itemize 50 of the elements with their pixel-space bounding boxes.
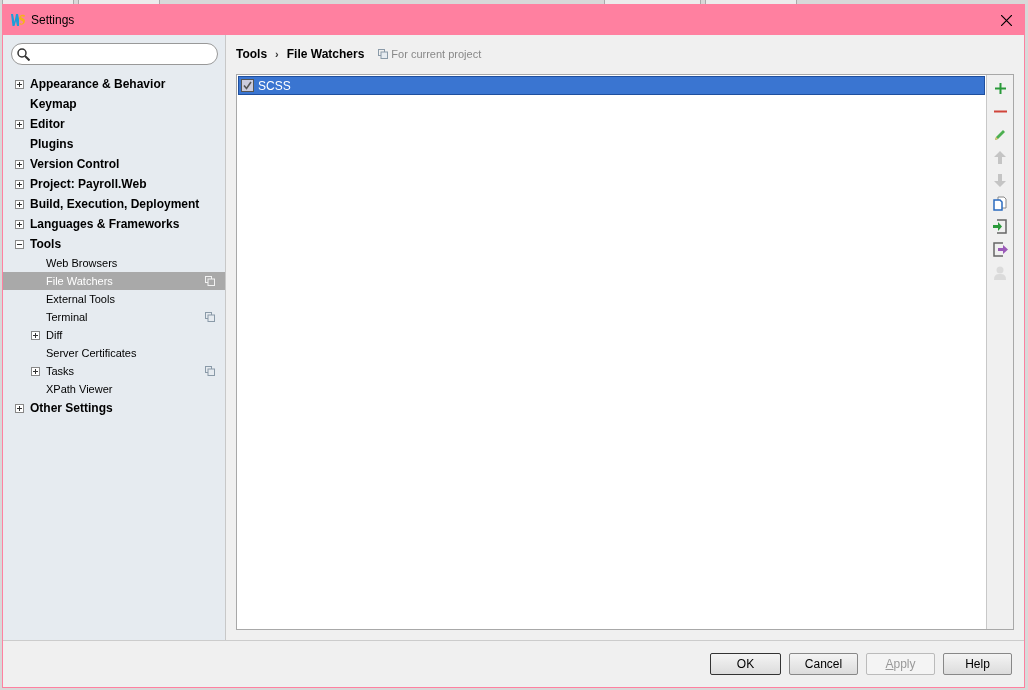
expand-icon[interactable] [31,330,40,340]
expand-icon[interactable] [31,366,40,376]
scope-icon [378,49,389,59]
watcher-row[interactable]: SCSS [238,76,985,95]
scope-note: For current project [391,48,482,60]
dialog-button[interactable]: Help [943,653,1012,675]
tree-item[interactable]: XPath Viewer [3,380,225,398]
expand-icon[interactable] [15,119,24,129]
tree-item[interactable]: Appearance & Behavior [3,74,225,94]
search-icon [17,47,30,61]
minus-icon [993,110,1007,113]
tree-item[interactable]: Tasks [3,362,225,380]
expand-icon[interactable] [15,199,24,209]
breadcrumb-item: Tools [236,47,268,61]
tree-item[interactable]: Project: Payroll.Web [3,174,225,194]
collapse-icon[interactable] [15,239,24,249]
expand-icon[interactable] [15,79,24,89]
tree-item[interactable]: Plugins [3,134,225,154]
tree-item[interactable]: Tools [3,234,225,254]
copy-icon [993,196,1007,211]
tree-item[interactable]: Other Settings [3,398,225,418]
dialog-button[interactable]: OK [710,653,781,675]
tree-item[interactable]: Terminal [3,308,225,326]
export-icon [992,242,1008,257]
dialog-button[interactable]: Cancel [789,653,858,675]
search-field[interactable] [11,43,218,65]
tree-item[interactable]: Languages & Frameworks [3,214,225,234]
tree-item[interactable]: Version Control [3,154,225,174]
tree-item[interactable]: Server Certificates [3,344,225,362]
expand-icon[interactable] [15,219,24,229]
expand-icon[interactable] [15,403,24,413]
tree-item[interactable]: Editor [3,114,225,134]
close-icon[interactable] [1001,14,1012,26]
tree-item[interactable]: Build, Execution, Deployment [3,194,225,214]
expand-icon[interactable] [15,179,24,189]
tree-item[interactable]: Keymap [3,94,225,114]
tree-item[interactable]: Diff [3,326,225,344]
app-logo-icon [11,14,25,26]
plus-icon [993,82,1007,95]
import-icon [993,219,1007,234]
down-arrow-icon [994,174,1006,187]
breadcrumb-item: File Watchers [286,47,365,61]
breadcrumb-separator: › [275,48,279,60]
expand-icon[interactable] [15,159,24,169]
checkbox[interactable] [241,79,254,92]
pencil-icon [994,128,1006,141]
tree-item[interactable]: Web Browsers [3,254,225,272]
window-title: Settings [31,13,76,27]
tree-item[interactable]: External Tools [3,290,225,308]
up-arrow-icon [994,151,1006,164]
